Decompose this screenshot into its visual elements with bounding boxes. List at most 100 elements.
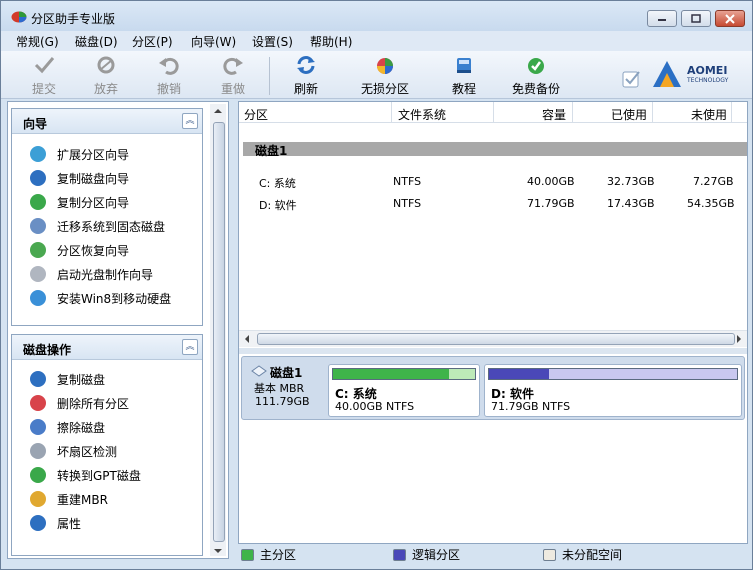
- menu-help[interactable]: 帮助(H): [310, 33, 352, 50]
- discard-button[interactable]: 放弃: [91, 55, 121, 97]
- op-rebuild-mbr[interactable]: 重建MBR: [30, 490, 108, 508]
- op-bad-sector-check[interactable]: 坏扇区检测: [30, 442, 117, 460]
- wizard-panel-title: 向导: [23, 117, 48, 131]
- legend-primary-swatch: [241, 548, 254, 561]
- disk-panel-header: 磁盘操作 ︽: [12, 335, 202, 360]
- col-divider: [731, 102, 732, 122]
- bad-sector-icon: [30, 443, 46, 459]
- menu-general[interactable]: 常规(G): [16, 33, 59, 50]
- pie-chart-icon: [377, 58, 393, 74]
- aomei-logo: AOMEI TECHNOLOGY: [651, 59, 741, 91]
- free-backup-button[interactable]: 免费备份: [510, 55, 562, 97]
- col-free[interactable]: 未使用: [691, 106, 727, 123]
- minimize-button[interactable]: [647, 10, 677, 27]
- menu-partition[interactable]: 分区(P): [132, 33, 173, 50]
- partition-block-c[interactable]: C: 系统 40.00GB NTFS: [328, 364, 480, 417]
- recovery-icon: [30, 242, 46, 258]
- partition-usage-bar: [332, 368, 476, 380]
- sidebar-scroll-thumb[interactable]: [213, 122, 225, 542]
- title-bar: 分区助手专业版: [1, 1, 752, 31]
- horizontal-scrollbar[interactable]: [239, 330, 747, 347]
- disk-group-row[interactable]: 磁盘1: [243, 142, 747, 158]
- convert-icon: [30, 467, 46, 483]
- table-row[interactable]: D: 软件 NTFS 71.79GB 17.43GB 54.35GB: [259, 197, 739, 213]
- horizontal-scroll-thumb[interactable]: [257, 333, 735, 345]
- toolbar-separator: [269, 57, 270, 95]
- row-fs: NTFS: [393, 175, 422, 188]
- left-sidebar: 向导 ︽ 扩展分区向导 复制磁盘向导 复制分区向导 迁移系统到固态磁盘 分区恢复…: [7, 101, 229, 559]
- migrate-icon: [30, 218, 46, 234]
- maximize-button[interactable]: [681, 10, 711, 27]
- table-header: 分区 文件系统 容量 已使用 未使用: [239, 102, 747, 123]
- op-wipe-disk[interactable]: 擦除磁盘: [30, 418, 105, 436]
- partition-usage-bar: [488, 368, 738, 380]
- copy-disk-icon: [30, 371, 46, 387]
- wizard-partition-recovery[interactable]: 分区恢复向导: [30, 241, 129, 259]
- col-divider: [572, 102, 573, 122]
- pane-splitter[interactable]: [239, 348, 747, 354]
- undo-icon: [159, 57, 179, 75]
- table-row[interactable]: C: 系统 NTFS 40.00GB 32.73GB 7.27GB: [259, 175, 739, 191]
- scroll-right-icon[interactable]: [736, 335, 742, 343]
- partition-list-pane: 分区 文件系统 容量 已使用 未使用 磁盘1 C: 系统 NTFS 40.00G…: [238, 101, 748, 544]
- aomei-logo-icon: [653, 61, 681, 87]
- delete-icon: [30, 395, 46, 411]
- disk-operations-panel: 磁盘操作 ︽ 复制磁盘 删除所有分区 擦除磁盘 坏扇区检测 转换到GPT磁盘 重…: [11, 334, 203, 556]
- partition-block-d[interactable]: D: 软件 71.79GB NTFS: [484, 364, 742, 417]
- col-used[interactable]: 已使用: [611, 106, 647, 123]
- disk-group-label: 磁盘1: [255, 144, 288, 158]
- op-copy-disk[interactable]: 复制磁盘: [30, 370, 105, 388]
- op-properties[interactable]: 属性: [30, 514, 81, 532]
- legend-logical-label: 逻辑分区: [412, 548, 461, 562]
- redo-button[interactable]: 重做: [218, 55, 248, 97]
- row-free: 7.27GB: [693, 175, 734, 188]
- menu-settings[interactable]: 设置(S): [252, 33, 293, 50]
- scroll-up-icon[interactable]: [214, 108, 222, 114]
- close-button[interactable]: [715, 10, 745, 27]
- wizard-win8-to-go[interactable]: 安装Win8到移动硬盘: [30, 289, 171, 307]
- col-divider: [493, 102, 494, 122]
- disk-type: 基本 MBR: [254, 382, 305, 395]
- checkbox-icon[interactable]: [622, 69, 642, 89]
- info-icon: [30, 515, 46, 531]
- collapse-wizard-button[interactable]: ︽: [182, 113, 198, 129]
- partition-detail: 40.00GB NTFS: [335, 400, 415, 413]
- wizard-copy-disk[interactable]: 复制磁盘向导: [30, 169, 129, 187]
- legend-primary-label: 主分区: [260, 548, 297, 562]
- lossless-partition-button[interactable]: 无损分区: [359, 55, 411, 97]
- wizard-extend-partition[interactable]: 扩展分区向导: [30, 145, 129, 163]
- extend-icon: [30, 146, 46, 162]
- refresh-button[interactable]: 刷新: [291, 55, 321, 97]
- scroll-down-icon[interactable]: [214, 548, 222, 554]
- wizard-copy-partition[interactable]: 复制分区向导: [30, 193, 129, 211]
- row-fs: NTFS: [393, 197, 422, 210]
- wizard-migrate-os-ssd[interactable]: 迁移系统到固态磁盘: [30, 217, 165, 235]
- menu-wizard[interactable]: 向导(W): [191, 33, 236, 50]
- checkmark-icon: [34, 57, 55, 74]
- minimize-icon: [658, 18, 666, 21]
- col-capacity[interactable]: 容量: [542, 106, 566, 123]
- legend-unallocated: 未分配空间: [543, 546, 622, 563]
- legend-unallocated-label: 未分配空间: [562, 548, 623, 562]
- close-icon: [725, 13, 735, 24]
- book-icon: [457, 58, 471, 73]
- sidebar-scrollbar[interactable]: [210, 104, 226, 556]
- collapse-disk-button[interactable]: ︽: [182, 339, 198, 355]
- window-title: 分区助手专业版: [31, 12, 116, 26]
- op-delete-all-partitions[interactable]: 删除所有分区: [30, 394, 129, 412]
- menu-disk[interactable]: 磁盘(D): [75, 33, 118, 50]
- scroll-left-icon[interactable]: [244, 335, 250, 343]
- tutorial-button[interactable]: 教程: [449, 55, 479, 97]
- col-partition[interactable]: 分区: [244, 106, 268, 123]
- undo-button[interactable]: 撤销: [154, 55, 184, 97]
- cd-icon: [30, 266, 46, 282]
- op-convert-gpt[interactable]: 转换到GPT磁盘: [30, 466, 141, 484]
- copy-partition-icon: [30, 194, 46, 210]
- commit-button[interactable]: 提交: [29, 55, 59, 97]
- windows-icon: [30, 290, 46, 306]
- legend-logical: 逻辑分区: [393, 546, 460, 563]
- disk-info[interactable]: 磁盘1 基本 MBR 111.79GB: [245, 360, 327, 418]
- wizard-bootable-media[interactable]: 启动光盘制作向导: [30, 265, 153, 283]
- col-filesystem[interactable]: 文件系统: [398, 106, 446, 123]
- eraser-icon: [30, 419, 46, 435]
